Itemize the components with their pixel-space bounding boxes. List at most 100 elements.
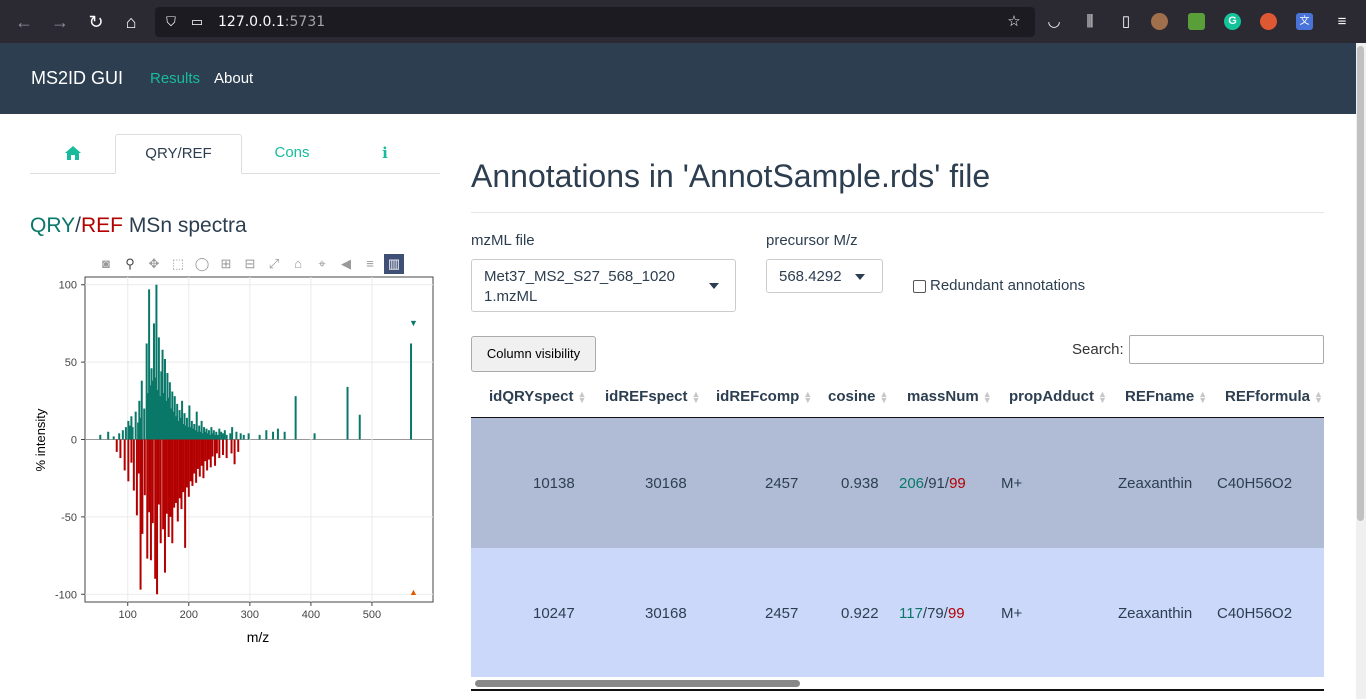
col-label: idREFcomp bbox=[716, 388, 800, 405]
sort-icon: ▲ ▼ bbox=[879, 389, 889, 406]
profile-avatar-icon[interactable] bbox=[1151, 13, 1168, 30]
y-tick-label: 100 bbox=[59, 280, 77, 292]
table-row[interactable]: 10247 30168 2457 0.922 117/79/99 M+ Zeax… bbox=[471, 548, 1324, 678]
cell-refname: Zeaxanthin bbox=[1118, 605, 1193, 622]
table-header: idQRYspect ▲ ▼ idREFspect ▲ ▼ idREFcomp ▲ ▼ co… bbox=[471, 378, 1324, 418]
massnum-common: 91 bbox=[928, 475, 945, 492]
search-input[interactable] bbox=[1129, 335, 1324, 364]
translate-icon[interactable]: 文 bbox=[1296, 13, 1313, 30]
back-icon[interactable]: ← bbox=[13, 11, 35, 33]
sort-icon: ▲ ▼ bbox=[1097, 389, 1107, 406]
left-tabs: QRY/REF Cons i bbox=[30, 134, 440, 174]
cell-refformula: C40H56O2 bbox=[1217, 475, 1293, 492]
forward-icon[interactable]: → bbox=[49, 11, 71, 33]
col-refformula[interactable]: REFformula ▲ ▼ bbox=[1225, 388, 1323, 406]
library-icon[interactable]: ⫼ bbox=[1080, 12, 1100, 32]
mzml-select[interactable]: Met37_MS2_S27_568_1020 1.mzML bbox=[471, 259, 736, 312]
table-row[interactable]: 10138 30168 2457 0.938 206/91/99 M+ Zeax… bbox=[471, 418, 1324, 548]
spectra-title: QRY/REF MSn spectra bbox=[30, 214, 247, 238]
x-axis-label: m/z bbox=[247, 629, 270, 645]
divider bbox=[471, 212, 1324, 213]
spectrum-plot[interactable]: ▼▲ 100500-50-100100 200 300 400 500 m/z % in… bbox=[30, 270, 440, 650]
col-label: massNum bbox=[907, 388, 979, 405]
redundant-label[interactable]: Redundant annotations bbox=[930, 277, 1085, 294]
col-label: idREFspect bbox=[605, 388, 688, 405]
tab-home[interactable] bbox=[30, 134, 115, 174]
cell-propadduct: M+ bbox=[1001, 605, 1023, 622]
title-ref: REF bbox=[80, 214, 123, 237]
grammarly-icon[interactable]: G bbox=[1224, 13, 1241, 30]
col-label: cosine bbox=[828, 388, 876, 405]
cell-idqryspect: 10247 bbox=[533, 605, 575, 622]
url-text: 127.0.0.1:5731 bbox=[218, 14, 325, 30]
sort-icon: ▲ ▼ bbox=[982, 389, 992, 406]
cell-idrefspect: 30168 bbox=[645, 605, 687, 622]
col-refname[interactable]: REFname ▲ ▼ bbox=[1125, 388, 1207, 405]
precursor-select[interactable]: 568.4292 bbox=[766, 259, 883, 293]
tab-cons[interactable]: Cons bbox=[242, 134, 342, 174]
col-idrefcomp[interactable]: idREFcomp ▲ ▼ bbox=[716, 388, 812, 405]
cell-idqryspect: 10138 bbox=[533, 475, 575, 492]
cell-idrefcomp: 2457 bbox=[765, 605, 799, 622]
sort-icon: ▲ ▼ bbox=[577, 389, 587, 406]
page-icon: ▭ bbox=[190, 14, 204, 29]
tab-qry-ref[interactable]: QRY/REF bbox=[115, 134, 242, 174]
home-tab-icon bbox=[64, 146, 81, 161]
col-label: idQRYspect bbox=[489, 388, 574, 405]
bookmark-star-icon[interactable]: ☆ bbox=[1004, 12, 1024, 32]
massnum-ref: 99 bbox=[949, 475, 966, 492]
cell-cosine: 0.938 bbox=[841, 475, 879, 492]
cell-massnum: 117/79/99 bbox=[899, 605, 965, 622]
page-title: Annotations in 'AnnotSample.rds' file bbox=[471, 158, 991, 194]
col-idrefspect[interactable]: idREFspect ▲ ▼ bbox=[605, 388, 700, 405]
x-tick-label: 500 bbox=[363, 609, 381, 621]
table-scrollbar-thumb[interactable] bbox=[475, 680, 800, 687]
nav-results[interactable]: Results bbox=[150, 70, 200, 87]
url-bar[interactable]: ⛉ ▭ 127.0.0.1:5731 ☆ bbox=[155, 7, 1035, 37]
cell-refformula: C40H56O2 bbox=[1217, 605, 1293, 622]
redundant-checkbox[interactable] bbox=[913, 280, 926, 293]
home-icon[interactable]: ⌂ bbox=[120, 11, 142, 33]
column-visibility-button[interactable]: Column visibility bbox=[471, 336, 596, 372]
reload-icon[interactable]: ↻ bbox=[85, 11, 107, 33]
nav-about[interactable]: About bbox=[214, 70, 253, 87]
precursor-marker: ▲ bbox=[409, 587, 418, 597]
col-idqryspect[interactable]: idQRYspect ▲ ▼ bbox=[489, 388, 587, 406]
massnum-qry: 117 bbox=[899, 605, 923, 622]
x-tick-label: 100 bbox=[119, 609, 137, 621]
extension-printer-icon[interactable] bbox=[1188, 13, 1205, 30]
col-massnum[interactable]: massNum ▲ ▼ bbox=[907, 388, 992, 406]
browser-toolbar: ← → ↻ ⌂ ⛉ ▭ 127.0.0.1:5731 ☆ ◡ ⫼ ▯ G 文 ≡ bbox=[0, 0, 1366, 43]
chevron-down-icon bbox=[855, 274, 865, 280]
duckduckgo-icon[interactable] bbox=[1260, 13, 1277, 30]
cell-idrefspect: 30168 bbox=[645, 475, 687, 492]
mzml-label: mzML file bbox=[471, 232, 535, 249]
page-scrollbar-thumb[interactable] bbox=[1357, 46, 1364, 521]
massnum-qry: 206 bbox=[899, 475, 925, 492]
col-cosine[interactable]: cosine ▲ ▼ bbox=[828, 388, 889, 406]
x-tick-label: 300 bbox=[241, 609, 259, 621]
y-axis-label: % intensity bbox=[33, 408, 48, 471]
mzml-value-line1: Met37_MS2_S27_568_1020 bbox=[484, 268, 675, 285]
url-host: 127.0.0.1 bbox=[218, 14, 285, 30]
cell-refname: Zeaxanthin bbox=[1118, 475, 1193, 492]
x-tick-label: 400 bbox=[302, 609, 320, 621]
x-tick-label: 200 bbox=[180, 609, 198, 621]
url-port: :5731 bbox=[284, 14, 326, 30]
col-label: REFname bbox=[1125, 388, 1195, 405]
cell-massnum: 206/91/99 bbox=[899, 475, 966, 492]
pocket-icon[interactable]: ◡ bbox=[1044, 12, 1064, 32]
brand[interactable]: MS2ID GUI bbox=[31, 68, 123, 89]
y-tick-label: -50 bbox=[61, 512, 77, 524]
menu-icon[interactable]: ≡ bbox=[1332, 12, 1352, 32]
shield-icon[interactable]: ⛉ bbox=[161, 12, 181, 32]
y-tick-label: 0 bbox=[71, 435, 77, 447]
info-icon[interactable]: i bbox=[350, 134, 420, 174]
col-propadduct[interactable]: propAdduct ▲ ▼ bbox=[1009, 388, 1107, 406]
sort-icon: ▲ ▼ bbox=[1314, 389, 1323, 406]
cell-idrefcomp: 2457 bbox=[765, 475, 799, 492]
col-label: REFformula bbox=[1225, 388, 1311, 405]
sidebar-icon[interactable]: ▯ bbox=[1116, 12, 1136, 32]
col-label: propAdduct bbox=[1009, 388, 1094, 405]
title-rest: MSn spectra bbox=[122, 214, 247, 237]
